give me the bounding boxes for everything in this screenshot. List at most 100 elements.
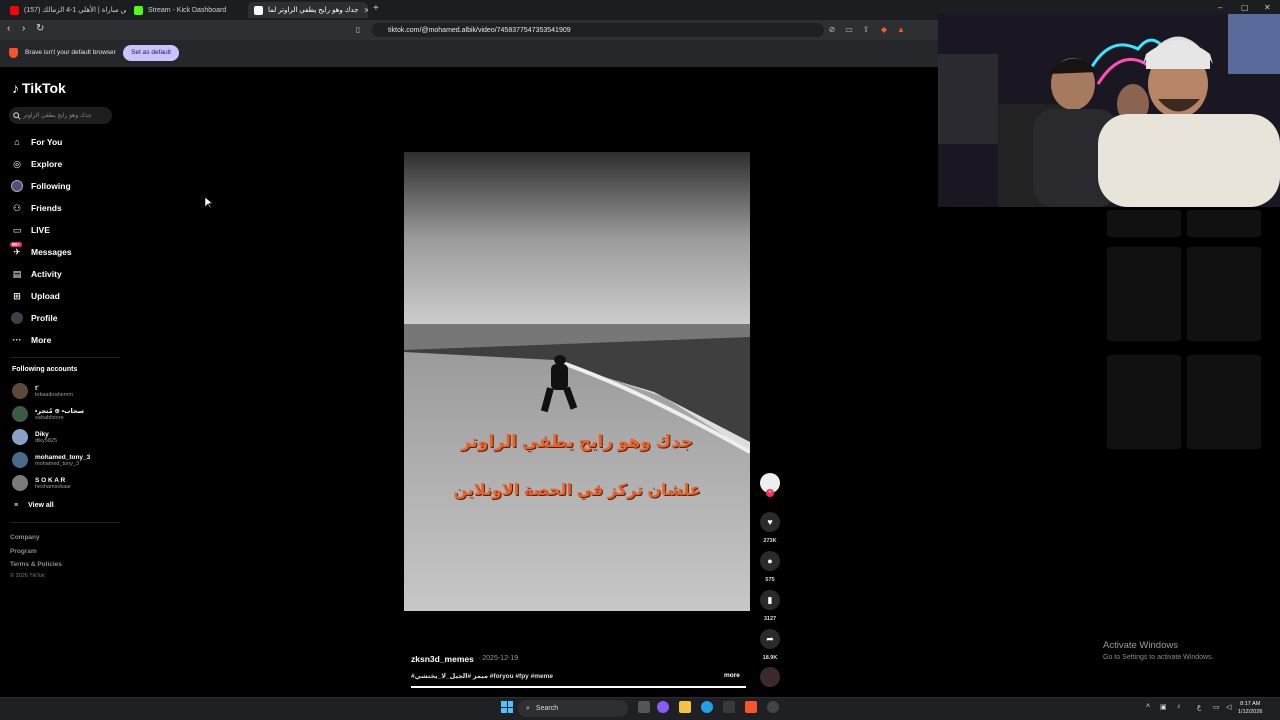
brave-rewards-icon[interactable]: ▲ <box>896 25 906 34</box>
account-name: S O K A R <box>35 476 66 484</box>
nav-following[interactable]: Following <box>11 180 71 192</box>
nav-live[interactable]: ▭ LIVE <box>11 224 50 236</box>
share-icon[interactable]: ⇪ <box>861 25 871 34</box>
nav-activity[interactable]: ▤ Activity <box>11 268 62 280</box>
edge-icon[interactable] <box>701 701 713 713</box>
tray-chevron-icon[interactable]: ˄ <box>1146 703 1150 710</box>
new-tab-button[interactable]: + <box>373 3 379 14</box>
taskbar-search[interactable]: ⌕ Search <box>518 700 628 717</box>
search-icon: ⌕ <box>526 704 530 712</box>
save-button[interactable]: ▮ 3127 <box>760 590 780 622</box>
url-field[interactable]: tiktok.com/@mohamed.albik/video/74583775… <box>372 23 824 37</box>
address-toolbar: ‹ › ↻ ▯ tiktok.com/@mohamed.albik/video/… <box>0 20 940 40</box>
nav-upload[interactable]: ⊞ Upload <box>11 290 60 302</box>
view-all-label: View all <box>28 502 54 509</box>
footer-program[interactable]: Program <box>10 548 37 555</box>
video-thumb-placeholder <box>1107 210 1181 237</box>
nav-label: Profile <box>31 313 58 323</box>
back-icon[interactable]: ‹ <box>7 23 10 34</box>
reload-icon[interactable]: ↻ <box>36 23 44 34</box>
forward-icon[interactable]: › <box>22 23 25 34</box>
video-date: · 2025-12-19 <box>478 655 519 662</box>
nav-messages[interactable]: ✈ 99+ Messages <box>10 242 72 258</box>
taskbar-search-label: Search <box>535 705 559 712</box>
like-button[interactable]: ♥ 273K <box>760 512 780 544</box>
nav-explore[interactable]: ◎ Explore <box>11 158 62 170</box>
cast-icon[interactable]: ▭ <box>844 25 854 34</box>
tab-tiktok-video[interactable]: جدك وهو رايح يطفي الراوتر لما ✕ <box>248 2 368 18</box>
kick-icon <box>134 5 143 15</box>
network-icon[interactable]: ▭ <box>1213 703 1220 711</box>
store-icon[interactable] <box>723 701 735 713</box>
account-item[interactable]: Diky diky5825 <box>12 429 57 445</box>
taskbar-clock[interactable]: 8:17 AM 1/12/2026 <box>1238 700 1262 716</box>
mute-icon[interactable]: ⊘ <box>827 25 837 34</box>
account-item[interactable]: •سحاب• ⊕ مُتجر sahabfstore <box>12 406 84 422</box>
clock-date: 1/12/2026 <box>1238 709 1263 715</box>
nav-friends[interactable]: ⚇ Friends <box>11 202 62 214</box>
tab-match-summary[interactable]: (157) ملخص مباراة | الأهلي 1-4 الزمالك <box>4 2 126 18</box>
view-all-button[interactable]: ≡ View all <box>14 502 54 509</box>
app-icon[interactable] <box>767 701 779 713</box>
search-icon <box>13 112 21 120</box>
more-button[interactable]: more <box>724 672 740 679</box>
comment-icon: ● <box>760 551 780 571</box>
like-count: 273K <box>763 538 777 544</box>
comment-button[interactable]: ● 575 <box>760 551 780 583</box>
nav-for-you[interactable]: ⌂ For You <box>11 136 62 148</box>
windows-start-icon[interactable] <box>501 701 513 713</box>
account-item[interactable]: S O K A Rheshamsokaar <box>12 475 71 491</box>
account-item[interactable]: mohamed_tony_3 mohamed_tony_3 <box>12 452 90 468</box>
footer-terms[interactable]: Terms & Policies <box>10 561 62 568</box>
video-progress-bar[interactable] <box>411 686 746 688</box>
sound-disc-button[interactable] <box>760 667 780 687</box>
video-author[interactable]: zksn3d_memes <box>411 654 474 664</box>
account-handle: heshamsokaar <box>35 483 72 490</box>
video-hashtags[interactable]: #ميمز #الجيل_لا_يختشي #foryou #fpy #meme <box>411 672 553 680</box>
copilot-icon[interactable] <box>657 701 669 713</box>
search-input[interactable]: جدك وهو رايح يطفي الراوتر <box>9 107 112 124</box>
language-indicator[interactable]: ع <box>1197 703 1201 711</box>
task-view-icon[interactable] <box>638 701 650 713</box>
close-tab-icon[interactable]: ✕ <box>363 6 368 15</box>
heart-icon: ♥ <box>760 512 780 532</box>
messages-badge: 99+ <box>10 242 22 247</box>
bookmark-icon[interactable]: ▯ <box>353 25 363 34</box>
divider <box>10 522 120 523</box>
creator-avatar-button[interactable]: + <box>760 473 780 497</box>
maximize-button[interactable]: ▢ <box>1241 3 1249 12</box>
account-handle: diky5825 <box>35 437 58 444</box>
nav-label: For You <box>31 137 63 147</box>
comment-count: 575 <box>765 577 775 583</box>
video-thumb-placeholder <box>1187 247 1261 341</box>
webcam-overlay <box>938 14 1280 207</box>
file-explorer-icon[interactable] <box>679 701 691 713</box>
webcam-feed <box>938 14 1280 207</box>
account-handle: mohamed_tony_3 <box>35 460 80 467</box>
tiktok-logo[interactable]: ♪ TikTok <box>12 80 66 96</box>
video-thumb-placeholder <box>1107 247 1181 341</box>
set-default-button[interactable]: Set as default <box>123 45 179 61</box>
tray-mic-icon[interactable]: ♪ <box>1177 703 1181 710</box>
tray-app-icon[interactable]: ▣ <box>1160 703 1167 711</box>
close-window-button[interactable]: ✕ <box>1264 3 1271 12</box>
nav-label: LIVE <box>31 225 50 235</box>
follow-plus-icon[interactable]: + <box>766 489 774 497</box>
video-player[interactable] <box>404 152 750 611</box>
avatar <box>12 383 28 399</box>
clock-time: 8:17 AM <box>1240 701 1261 707</box>
account-name: •سحاب• ⊕ مُتجر <box>35 408 85 415</box>
nav-label: Friends <box>31 203 62 213</box>
volume-icon[interactable]: ◁ <box>1226 703 1231 711</box>
brave-taskbar-icon[interactable] <box>745 701 757 713</box>
nav-profile[interactable]: Profile <box>11 312 57 324</box>
share-button[interactable]: ➦ 18.9K <box>760 629 780 661</box>
account-item[interactable]: t' tokaaibrahemm <box>12 383 73 399</box>
avatar <box>12 429 28 445</box>
minimize-button[interactable]: – <box>1218 3 1222 12</box>
brave-shields-icon[interactable]: ◆ <box>879 25 889 34</box>
infobar-text: Brave isn't your default browser <box>25 49 116 56</box>
tab-kick-dashboard[interactable]: Stream - Kick Dashboard <box>128 2 244 18</box>
footer-company[interactable]: Company <box>10 534 40 541</box>
nav-more[interactable]: ··· More <box>11 334 52 346</box>
